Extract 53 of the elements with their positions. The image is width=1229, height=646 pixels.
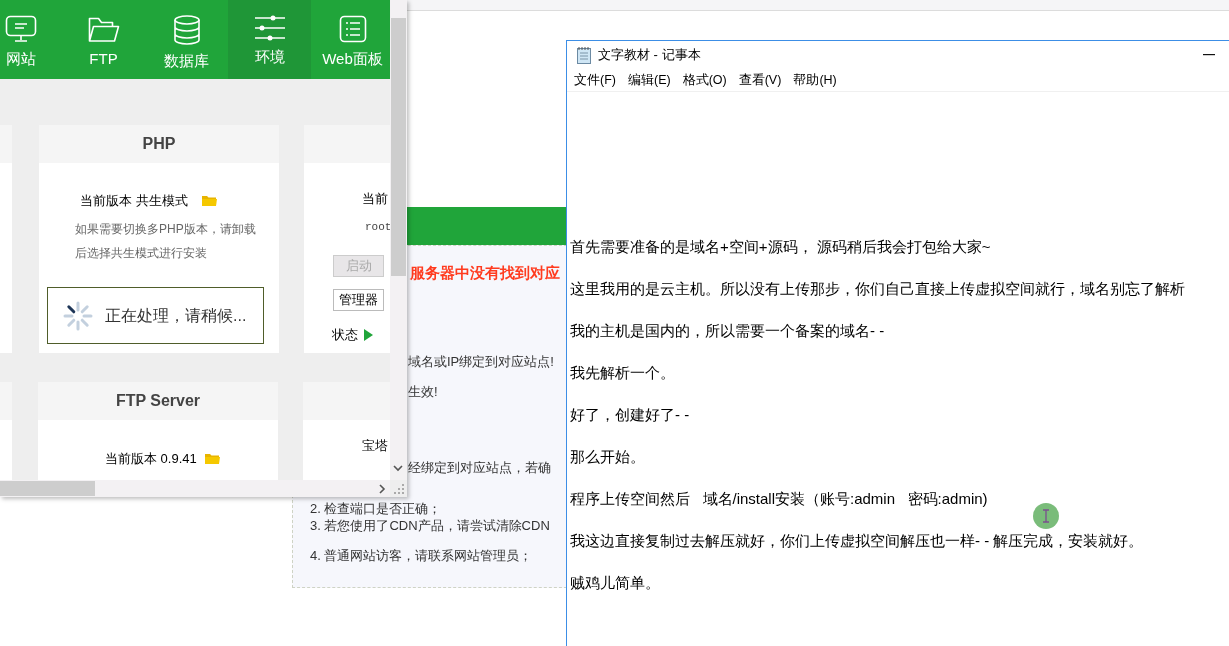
menu-item[interactable]: 格式(O)	[682, 70, 727, 90]
text-line: 贼鸡儿简单。	[570, 573, 661, 593]
notepad-icon	[576, 46, 592, 64]
chevron-down-icon[interactable]	[393, 464, 403, 472]
text-line: 这里我用的是云主机。所以没有上传那步，你们自己直接上传虚拟空间就行，域名别忘了解析	[570, 279, 1186, 299]
help-text: 后选择共生模式进行安装	[75, 245, 207, 262]
menu-item[interactable]: 帮助(H)	[793, 70, 837, 90]
status-label: 状态	[332, 326, 358, 344]
scrollbar-thumb[interactable]	[0, 481, 95, 496]
text-line: 首先需要准备的是域名+空间+源码， 源码稍后我会打包给大家~	[570, 237, 992, 257]
help-text: 生效!	[408, 383, 438, 401]
resize-grip-icon[interactable]	[394, 484, 405, 495]
text-line: 我的主机是国内的，所以需要一个备案的域名- -	[570, 321, 886, 341]
card-title: FTP Server	[115, 391, 201, 411]
help-text: 2. 检查端口是否正确；	[310, 500, 442, 518]
help-text: 如果需要切换多PHP版本，请卸载	[75, 221, 256, 238]
list-icon	[338, 15, 367, 43]
text-line: 那么开始。	[570, 447, 646, 467]
text-line: 我这边直接复制过去解压就好，你们上传虚拟空间解压也一样- - 解压完成，安装就好。	[570, 531, 1145, 551]
sliders-icon	[253, 15, 286, 41]
error-message: 服务器中没有找到对应	[410, 263, 560, 283]
menu-item[interactable]: 文件(F)	[574, 70, 616, 90]
version-label: 当前	[362, 190, 388, 208]
folder-icon	[87, 15, 120, 43]
menu-item[interactable]: 查看(V)	[738, 70, 782, 90]
cursor-icon	[1032, 502, 1060, 530]
version-label: 当前版本 共生模式	[80, 192, 188, 210]
card-text: 宝塔	[362, 437, 388, 455]
horizontal-scrollbar[interactable]	[0, 480, 390, 497]
chevron-right-icon[interactable]	[378, 484, 386, 494]
text-line: 程序上传空间然后 域名/install安装（账号:admin 密码:admin)	[570, 489, 989, 509]
minimize-icon[interactable]	[1203, 54, 1215, 56]
manager-button[interactable]: 管理器	[333, 289, 384, 311]
menu-item[interactable]: 编辑(E)	[627, 70, 671, 90]
loading-text: 正在处理，请稍候...	[105, 305, 247, 326]
path-text: root	[365, 220, 390, 235]
help-text: 3. 若您使用了CDN产品，请尝试清除CDN	[310, 517, 550, 535]
spinner-icon	[63, 300, 93, 331]
help-text: 经绑定到对应站点，若确	[408, 459, 551, 477]
vertical-scrollbar[interactable]	[390, 0, 407, 480]
monitor-icon	[4, 15, 37, 43]
folder-icon	[201, 194, 217, 207]
window-title: 文字教材 - 记事本	[598, 46, 701, 65]
text-line: 好了，创建好了- -	[570, 405, 691, 425]
database-icon	[172, 15, 201, 45]
help-text: 4. 普通网站访客，请联系网站管理员；	[310, 547, 533, 565]
version-label: 当前版本 0.9.41	[105, 450, 197, 468]
text-line: 我先解析一个。	[570, 363, 676, 383]
scrollbar-thumb[interactable]	[391, 18, 406, 276]
folder-icon	[204, 452, 220, 465]
help-text: 域名或IP绑定到对应站点!	[408, 353, 554, 371]
card-title: PHP	[142, 134, 176, 154]
nav-tab[interactable]: 环境	[228, 0, 311, 79]
